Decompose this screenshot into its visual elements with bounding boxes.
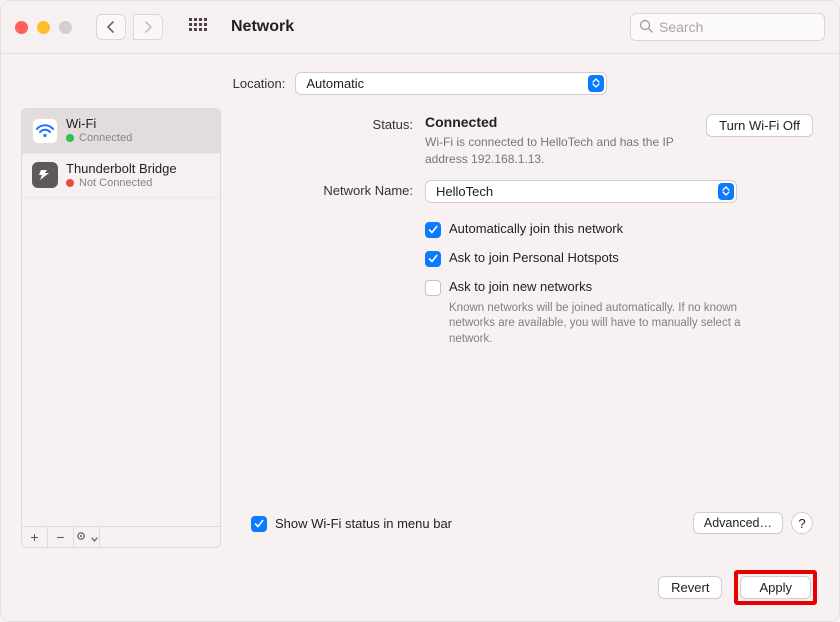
location-label: Location: bbox=[233, 76, 286, 91]
status-dot-icon bbox=[66, 134, 74, 142]
status-description: Wi-Fi is connected to HelloTech and has … bbox=[425, 134, 682, 168]
show-menu-bar-checkbox[interactable] bbox=[251, 516, 267, 532]
network-name-select[interactable]: HelloTech bbox=[425, 180, 737, 203]
chevron-down-icon bbox=[91, 529, 98, 545]
service-item-thunderbolt-bridge[interactable]: Thunderbolt Bridge Not Connected bbox=[22, 154, 220, 199]
advanced-button[interactable]: Advanced… bbox=[693, 512, 783, 534]
thunderbolt-bridge-icon bbox=[32, 162, 58, 188]
back-button[interactable] bbox=[96, 14, 126, 40]
main-content: Wi-Fi Connected Thunderbolt Bridge Not C… bbox=[1, 104, 839, 560]
ask-new-networks-checkbox[interactable] bbox=[425, 280, 441, 296]
footer: Revert Apply bbox=[1, 560, 839, 621]
network-prefs-window: Network Location: Automatic bbox=[0, 0, 840, 622]
zoom-window-button bbox=[59, 21, 72, 34]
stepper-icon bbox=[588, 75, 604, 92]
page-title: Network bbox=[231, 18, 294, 36]
service-name: Wi-Fi bbox=[66, 117, 132, 132]
wifi-icon bbox=[32, 118, 58, 144]
ask-personal-hotspots-label: Ask to join Personal Hotspots bbox=[449, 250, 619, 265]
close-window-button[interactable] bbox=[15, 21, 28, 34]
search-icon bbox=[639, 19, 653, 36]
service-item-wifi[interactable]: Wi-Fi Connected bbox=[22, 109, 220, 154]
status-dot-icon bbox=[66, 179, 74, 187]
service-status: Connected bbox=[79, 132, 132, 145]
add-service-button[interactable]: + bbox=[22, 527, 48, 547]
auto-join-checkbox[interactable] bbox=[425, 222, 441, 238]
show-menu-bar-label: Show Wi-Fi status in menu bar bbox=[275, 516, 452, 531]
forward-button[interactable] bbox=[133, 14, 163, 40]
stepper-icon bbox=[718, 183, 734, 200]
location-select[interactable]: Automatic bbox=[295, 72, 607, 95]
show-all-prefs-button[interactable] bbox=[185, 14, 211, 40]
service-list[interactable]: Wi-Fi Connected Thunderbolt Bridge Not C… bbox=[21, 108, 221, 526]
service-name: Thunderbolt Bridge bbox=[66, 162, 177, 177]
apply-button[interactable]: Apply bbox=[740, 576, 811, 599]
minimize-window-button[interactable] bbox=[37, 21, 50, 34]
search-field[interactable] bbox=[630, 13, 825, 41]
location-value: Automatic bbox=[306, 76, 364, 91]
revert-button[interactable]: Revert bbox=[658, 576, 722, 599]
auto-join-label: Automatically join this network bbox=[449, 221, 623, 236]
gear-icon bbox=[75, 529, 89, 546]
ask-personal-hotspots-checkbox[interactable] bbox=[425, 251, 441, 267]
apply-highlight: Apply bbox=[734, 570, 817, 605]
service-options-button[interactable] bbox=[74, 527, 100, 547]
window-controls bbox=[15, 21, 72, 34]
service-toolbar: + − bbox=[21, 526, 221, 548]
network-name-value: HelloTech bbox=[436, 184, 493, 199]
help-button[interactable]: ? bbox=[791, 512, 813, 534]
status-label: Status: bbox=[245, 114, 425, 168]
toggle-wifi-button[interactable]: Turn Wi-Fi Off bbox=[706, 114, 813, 137]
status-value: Connected bbox=[425, 114, 682, 130]
service-status: Not Connected bbox=[79, 177, 152, 190]
remove-service-button[interactable]: − bbox=[48, 527, 74, 547]
titlebar: Network bbox=[1, 1, 839, 54]
service-details: Status: Connected Wi-Fi is connected to … bbox=[239, 108, 819, 548]
location-row: Location: Automatic bbox=[1, 54, 839, 104]
service-sidebar: Wi-Fi Connected Thunderbolt Bridge Not C… bbox=[21, 108, 221, 548]
network-name-label: Network Name: bbox=[245, 180, 425, 203]
ask-new-networks-label: Ask to join new networks bbox=[449, 279, 592, 294]
search-input[interactable] bbox=[659, 19, 816, 35]
ask-new-networks-hint: Known networks will be joined automatica… bbox=[449, 301, 759, 348]
